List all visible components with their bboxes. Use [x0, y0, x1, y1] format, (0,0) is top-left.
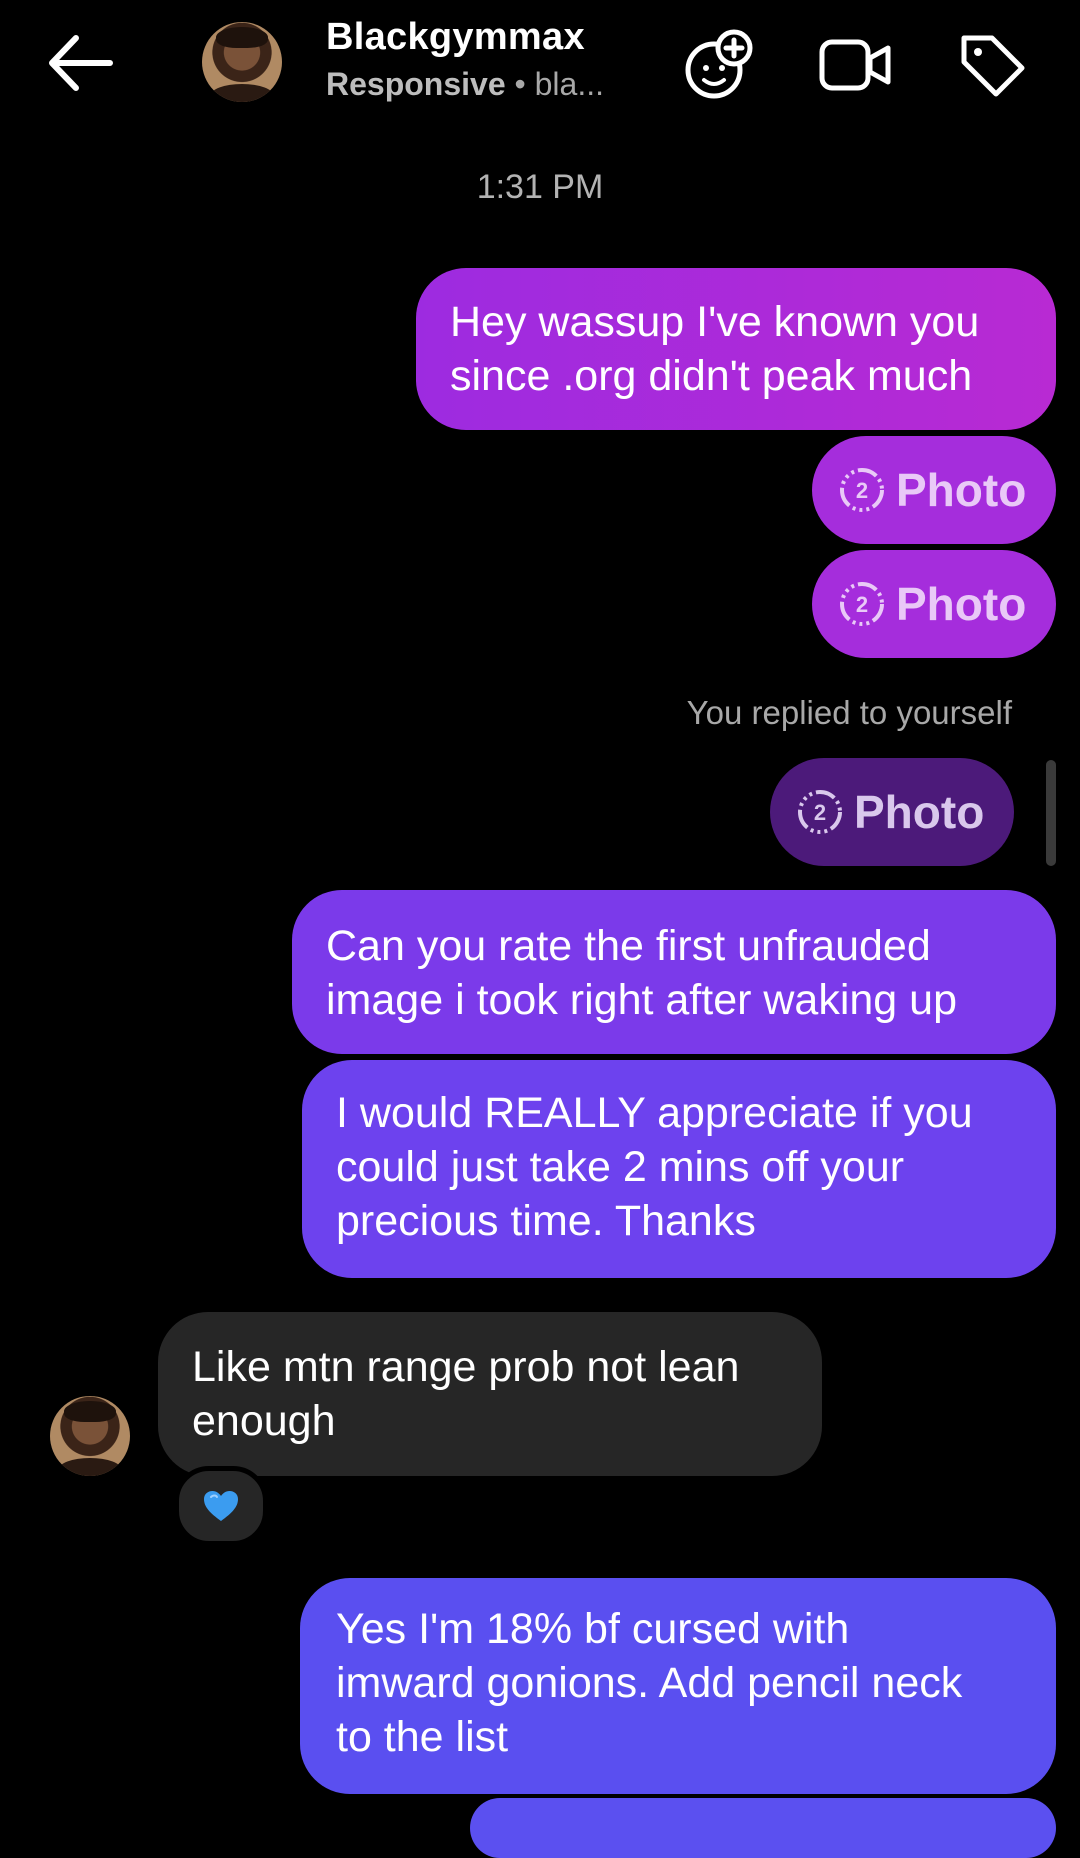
message-reaction[interactable] — [174, 1466, 268, 1546]
photo-label: Photo — [896, 464, 1027, 516]
message-text: Like mtn range prob not lean enough — [192, 1343, 740, 1445]
status-label: Responsive — [326, 66, 506, 102]
outgoing-message[interactable]: Can you rate the first unfrauded image i… — [292, 890, 1056, 1054]
outgoing-message-partial[interactable] — [470, 1798, 1056, 1858]
svg-text:2: 2 — [856, 478, 868, 503]
message-text: Can you rate the first unfrauded image i… — [326, 922, 957, 1024]
view-once-photo-message[interactable]: 2 Photo — [812, 436, 1056, 544]
contact-status: Responsive • bla... — [326, 66, 604, 103]
add-effect-sticker-icon[interactable] — [682, 26, 758, 102]
replied-photo-message[interactable]: 2 Photo — [770, 758, 1014, 866]
svg-text:2: 2 — [856, 592, 868, 617]
status-detail: bla... — [534, 66, 604, 102]
contact-avatar[interactable] — [202, 22, 282, 102]
message-text: Yes I'm 18% bf cursed with imward gonion… — [336, 1605, 963, 1761]
scrollbar[interactable] — [1046, 760, 1056, 866]
contact-name[interactable]: Blackgymmax — [326, 16, 585, 59]
message-text: Hey wassup I've known you since .org did… — [450, 298, 980, 400]
outgoing-message[interactable]: Hey wassup I've known you since .org did… — [416, 268, 1056, 430]
photo-label: Photo — [896, 578, 1027, 630]
reply-note: You replied to yourself — [686, 694, 1012, 731]
incoming-message[interactable]: Like mtn range prob not lean enough — [158, 1312, 822, 1476]
back-arrow-icon[interactable] — [40, 28, 124, 98]
photo-label: Photo — [854, 786, 985, 838]
svg-text:2: 2 — [814, 800, 826, 825]
chat-header: Blackgymmax Responsive • bla... — [0, 0, 1080, 130]
view-once-photo-message[interactable]: 2 Photo — [812, 550, 1056, 658]
view-twice-icon: 2 — [840, 582, 884, 626]
outgoing-message[interactable]: I would REALLY appreciate if you could j… — [302, 1060, 1056, 1278]
message-text: I would REALLY appreciate if you could j… — [336, 1089, 973, 1245]
video-call-icon[interactable] — [818, 26, 894, 102]
view-twice-icon: 2 — [840, 468, 884, 512]
status-separator: • — [514, 66, 526, 102]
outgoing-message[interactable]: Yes I'm 18% bf cursed with imward gonion… — [300, 1578, 1056, 1794]
sender-avatar[interactable] — [50, 1396, 130, 1476]
tag-icon[interactable] — [954, 26, 1030, 102]
blue-heart-icon — [204, 1491, 238, 1521]
view-twice-icon: 2 — [798, 790, 842, 834]
message-timestamp: 1:31 PM — [476, 168, 604, 206]
